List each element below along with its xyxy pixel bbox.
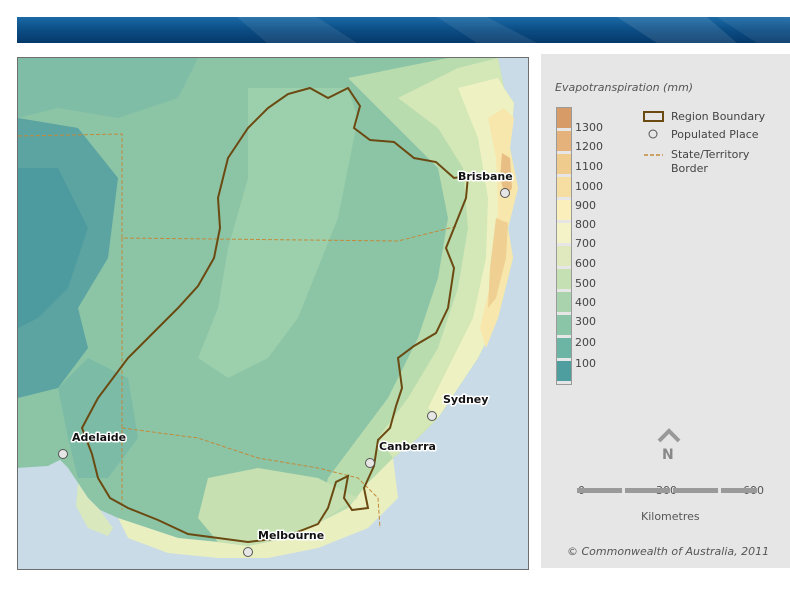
ramp-cell [557,223,571,243]
ramp-tick-label: 1100 [575,160,603,173]
legend-label-region-boundary: Region Boundary [671,110,766,123]
north-arrow-icon [657,428,681,443]
header-banner [17,17,790,43]
legend-label-state-border-2: Border [671,162,708,175]
ramp-cell [557,315,571,335]
copyright-text: © Commonwealth of Australia, 2011 [567,545,770,558]
place-label-adelaide: Adelaide [72,431,126,444]
ramp-tick-label: 1300 [575,121,603,134]
ramp-cell [557,361,571,381]
place-label-melbourne: Melbourne [258,529,324,542]
place-marker-sydney[interactable] [427,411,437,421]
place-marker-melbourne[interactable] [243,547,253,557]
scale-unit: Kilometres [641,510,700,523]
legend-item-region-boundary: Region Boundary [642,110,765,127]
ramp-tick-label: 800 [575,218,596,231]
legend-item-populated-place: Populated Place [642,128,759,145]
legend-label-populated-place: Populated Place [671,128,759,141]
ramp-cell [557,338,571,358]
scale-bar [577,488,757,493]
ramp-cell [557,108,571,128]
ramp-cell [557,200,571,220]
ramp-cell [557,246,571,266]
ramp-tick-label: 1000 [575,180,603,193]
legend-item-state-border: State/Territory Border [642,148,749,175]
north-label: N [662,447,674,463]
place-label-brisbane: Brisbane [458,170,513,183]
ramp-tick-label: 900 [575,199,596,212]
ramp-tick-label: 400 [575,296,596,309]
ramp-tick-label: 600 [575,257,596,270]
place-label-canberra: Canberra [379,440,436,453]
ramp-cell [557,154,571,174]
ramp-tick-label: 700 [575,237,596,250]
ramp-cell [557,131,571,151]
ramp-cell [557,177,571,197]
ramp-cell [557,292,571,312]
legend-label-state-border: State/Territory [671,148,750,161]
ramp-tick-label: 200 [575,336,596,349]
legend-panel: Evapotranspiration (mm) 1300 1200 1100 1… [541,54,790,568]
place-label-sydney: Sydney [443,393,488,406]
populated-place-icon [648,129,658,139]
state-border-swatch [644,154,663,156]
place-marker-canberra[interactable] [365,458,375,468]
legend-title: Evapotranspiration (mm) [555,81,694,94]
ramp-tick-label: 300 [575,315,596,328]
color-ramp [556,107,572,385]
region-boundary-swatch [643,111,664,122]
ramp-tick-label: 500 [575,277,596,290]
map-panel[interactable]: Brisbane Sydney Canberra Adelaide Melbou… [17,57,529,570]
ramp-tick-label: 1200 [575,140,603,153]
ramp-cell [557,269,571,289]
place-marker-adelaide[interactable] [58,449,68,459]
place-marker-brisbane[interactable] [500,188,510,198]
ramp-tick-label: 100 [575,357,596,370]
